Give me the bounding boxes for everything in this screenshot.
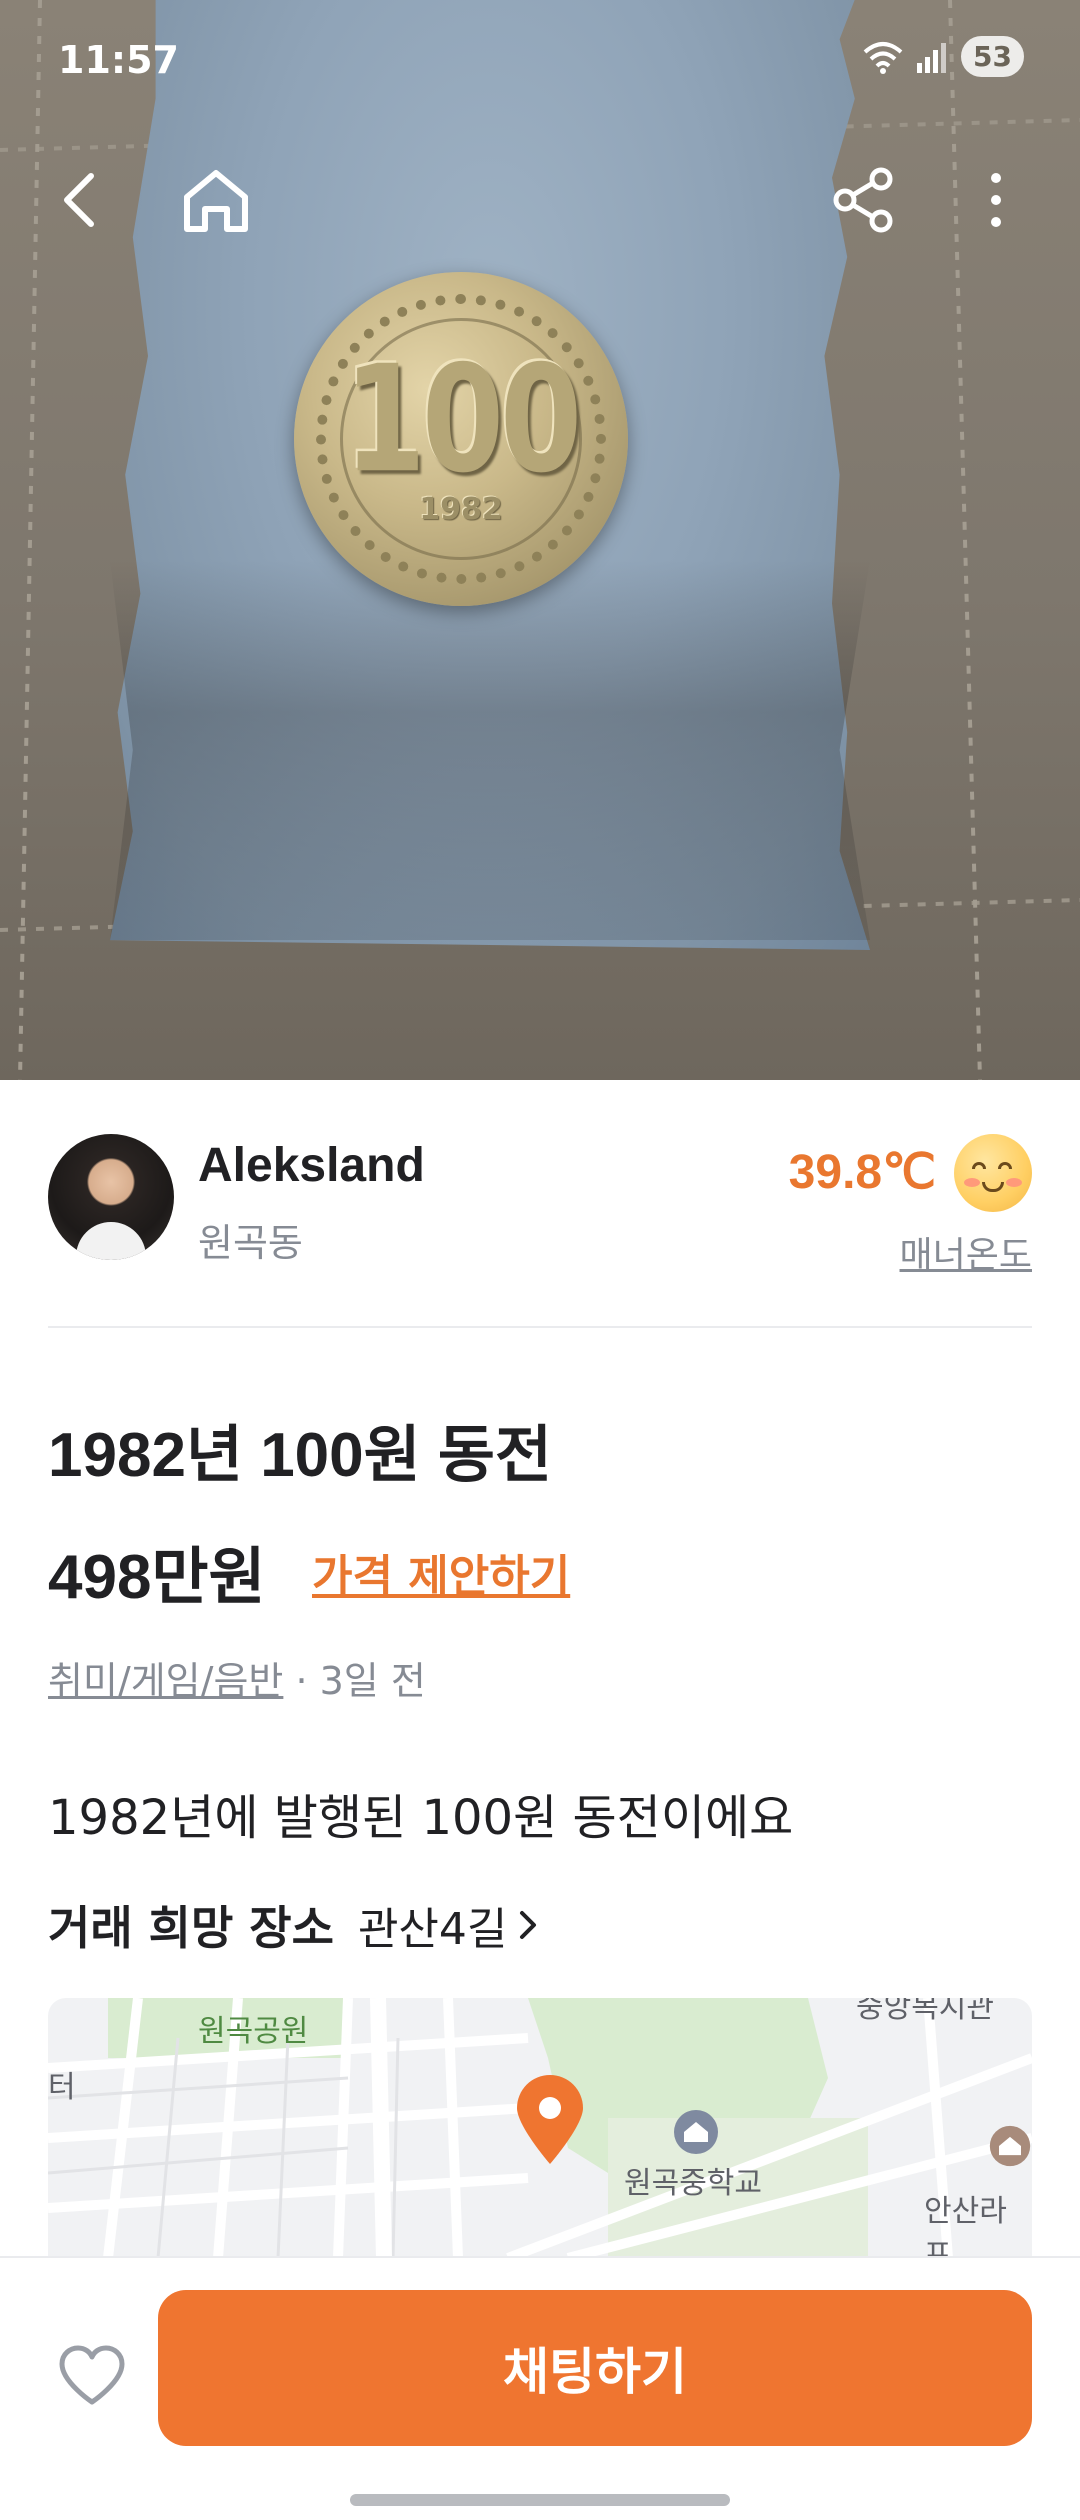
cloth-shadow: [110, 560, 870, 940]
product-meta: 취미/게임/음반 · 3일 전: [48, 1650, 426, 1705]
status-time: 11:57: [58, 38, 179, 82]
gesture-bar: [350, 2494, 730, 2506]
divider: [48, 1326, 1032, 1328]
school-icon: [674, 2110, 718, 2154]
seller-name: Aleksland: [198, 1139, 425, 1192]
battery-indicator: 53: [961, 36, 1024, 77]
status-bar: 11:57 53: [0, 0, 1080, 120]
map-label-left: 터: [48, 2070, 76, 2105]
product-title: 1982년 100원 동전: [48, 1421, 552, 1490]
map-label-school: 원곡중학교: [624, 2166, 762, 2201]
product-price: 498만원: [48, 1543, 266, 1612]
map-label-right: 안산라프: [924, 2194, 1007, 2258]
chevron-right-icon: [520, 1911, 537, 1939]
map-label-top-right: 중앙복지관: [856, 1998, 994, 2025]
location-pin-icon: [517, 2075, 583, 2164]
avatar[interactable]: [48, 1134, 174, 1260]
product-photo[interactable]: 100 1982 11:57 53: [0, 0, 1080, 1080]
signal-icon: [917, 42, 947, 73]
manner-temperature-link[interactable]: 매너온도: [900, 1226, 1032, 1278]
home-icon: [184, 170, 248, 232]
home-button[interactable]: [176, 160, 256, 240]
more-vertical-icon: [991, 173, 1001, 227]
share-icon: [833, 167, 893, 233]
chat-button[interactable]: 채팅하기: [158, 2290, 1032, 2446]
time-ago: · 3일 전: [283, 1659, 426, 1703]
trade-place-value: 관산4길: [357, 1904, 508, 1955]
coin-value: 100: [343, 332, 582, 506]
like-button[interactable]: [52, 2336, 132, 2416]
trade-place-value-wrap[interactable]: 관산4길: [358, 1893, 539, 1957]
coin-year: 1982: [419, 492, 503, 527]
wifi-icon: [863, 41, 903, 74]
back-button[interactable]: [40, 160, 120, 240]
seller-region: 원곡동: [198, 1221, 303, 1265]
trade-place-row[interactable]: 거래 희망 장소 관산4길: [48, 1892, 539, 1958]
chevron-left-icon: [64, 173, 94, 227]
coin: 100 1982: [294, 272, 628, 606]
category-link[interactable]: 취미/게임/음반: [48, 1659, 283, 1703]
more-button[interactable]: [956, 160, 1036, 240]
share-button[interactable]: [824, 160, 904, 240]
smiley-face-icon: [954, 1134, 1032, 1212]
location-map[interactable]: 원곡공원 터 원곡중학교 안산라프 중앙복지관: [48, 1998, 1032, 2258]
trade-place-label: 거래 희망 장소: [48, 1901, 334, 1955]
price-offer-link[interactable]: 가격 제안하기: [312, 1540, 570, 1604]
bottom-action-bar: 채팅하기: [0, 2256, 1080, 2520]
status-icons: 53: [863, 36, 1024, 77]
manner-temperature: 39.8℃: [788, 1146, 936, 1199]
building-icon: [989, 2125, 1031, 2167]
product-description: 1982년에 발행된 100원 동전이에요: [48, 1790, 794, 1846]
map-label-park: 원곡공원: [198, 2014, 309, 2049]
seller-profile[interactable]: Aleksland 원곡동 39.8℃ 매너온도: [48, 1134, 1032, 1276]
heart-icon: [59, 2345, 125, 2405]
